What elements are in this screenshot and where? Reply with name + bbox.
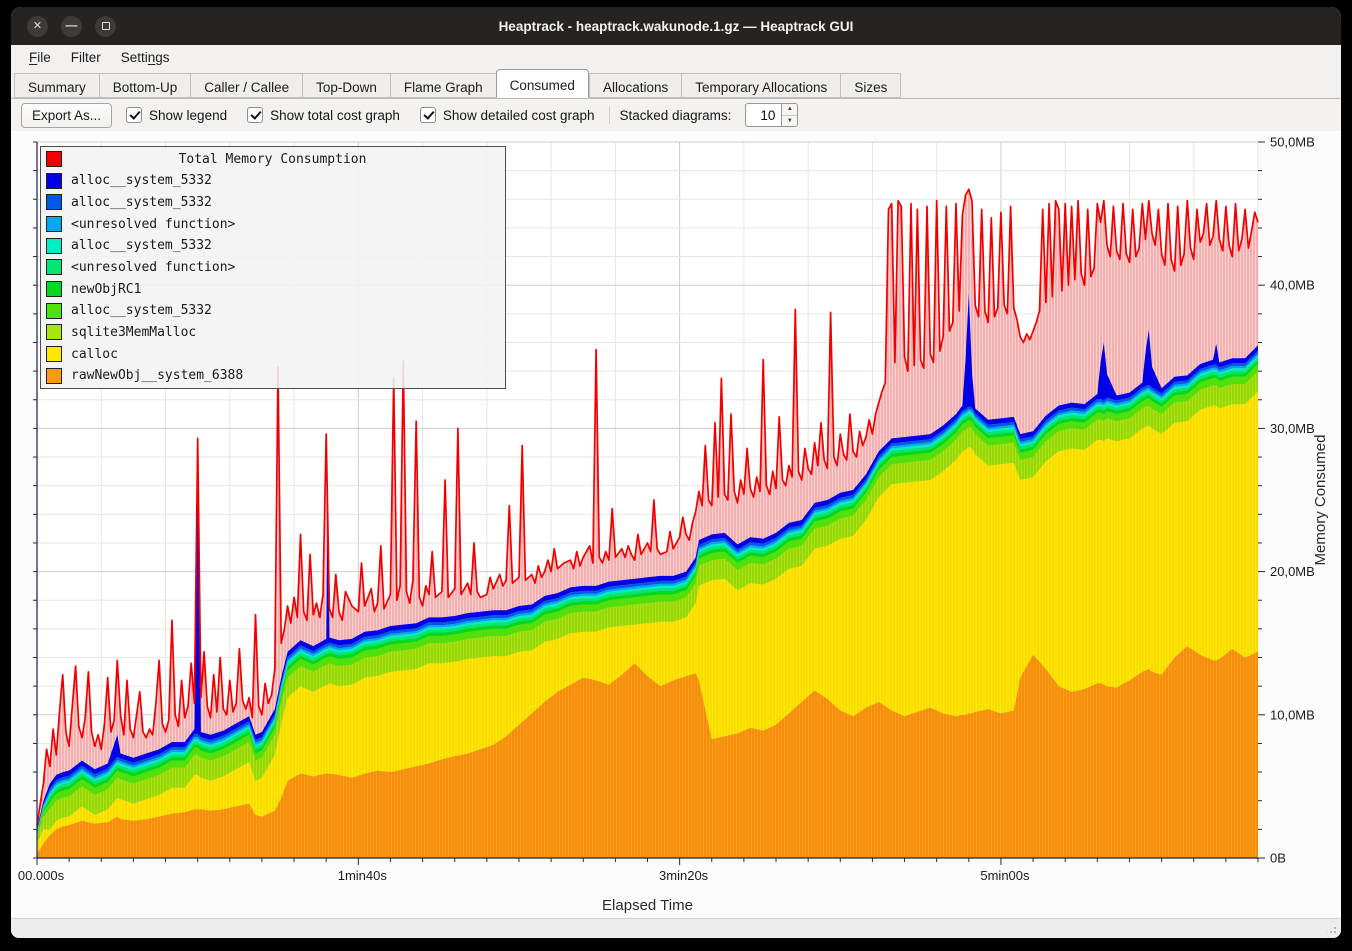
tab-caller-callee[interactable]: Caller / Callee (190, 73, 302, 98)
y-axis-title: Memory Consumed (1312, 435, 1329, 566)
legend-swatch (46, 346, 62, 362)
legend-item: alloc__system_5332 (41, 192, 505, 213)
minimize-icon: — (66, 19, 78, 31)
y-tick-label: 40,0MB (1270, 278, 1315, 293)
x-tick-label: 00.000s (18, 868, 65, 883)
legend-label: newObjRC1 (71, 282, 141, 297)
legend-swatch (46, 238, 62, 254)
legend-label: alloc__system_5332 (71, 238, 212, 253)
legend-item: alloc__system_5332 (41, 235, 505, 256)
tab-flame-graph[interactable]: Flame Graph (390, 73, 496, 98)
spinbox-down-button[interactable]: ▼ (782, 116, 797, 127)
tab-temporary-allocations[interactable]: Temporary Allocations (681, 73, 840, 98)
legend-item: <unresolved function> (41, 214, 505, 235)
heaptrack-window: ✕ — Heaptrack - heaptrack.wakunode.1.gz … (11, 7, 1341, 938)
checkbox-show-legend[interactable]: Show legend (126, 107, 227, 123)
legend-swatch (46, 216, 62, 232)
export-as-button[interactable]: Export As... (21, 103, 112, 128)
menu-bar: FileFilterSettings (11, 45, 1341, 70)
toolbar-separator (609, 106, 610, 124)
x-axis-title: Elapsed Time (602, 897, 693, 914)
minimize-button[interactable]: — (61, 16, 82, 37)
maximize-button[interactable] (95, 16, 116, 37)
legend-item: alloc__system_5332 (41, 170, 505, 191)
legend-label: alloc__system_5332 (71, 195, 212, 210)
legend-item: rawNewObj__system_6388 (41, 365, 505, 386)
legend-item: calloc (41, 344, 505, 365)
checkbox-box[interactable] (126, 107, 142, 123)
x-tick-label: 1min40s (338, 868, 388, 883)
checkbox-box[interactable] (247, 107, 263, 123)
legend-item: newObjRC1 (41, 279, 505, 300)
tab-bottom-up[interactable]: Bottom-Up (99, 73, 191, 98)
menu-settings[interactable]: Settings (111, 48, 180, 67)
tab-bar: SummaryBottom-UpCaller / CalleeTop-DownF… (11, 70, 1341, 99)
checkbox-box[interactable] (420, 107, 436, 123)
legend-swatch (46, 368, 62, 384)
legend-label: rawNewObj__system_6388 (71, 368, 243, 383)
legend-item: <unresolved function> (41, 257, 505, 278)
legend-label: <unresolved function> (71, 217, 235, 232)
tab-sizes[interactable]: Sizes (840, 73, 901, 98)
tab-summary[interactable]: Summary (14, 73, 99, 98)
legend-swatch (46, 173, 62, 189)
y-tick-label: 0B (1270, 851, 1286, 866)
legend-label: calloc (71, 347, 118, 362)
checkbox-show-total-cost-graph[interactable]: Show total cost graph (247, 107, 400, 123)
desktop-background: ✕ — Heaptrack - heaptrack.wakunode.1.gz … (0, 0, 1352, 951)
close-icon: ✕ (33, 21, 42, 32)
window-title: Heaptrack - heaptrack.wakunode.1.gz — He… (499, 19, 854, 34)
stacked-diagrams-spinbox: 10 ▲ ▼ (745, 103, 798, 127)
chart-legend: Total Memory Consumption alloc__system_53… (40, 146, 506, 389)
legend-swatch (46, 281, 62, 297)
chart-panel: 00.000s 1min40s 3min20s 5min00s 0B 10,0MB 20,0… (11, 131, 1341, 918)
tab-top-down[interactable]: Top-Down (302, 73, 390, 98)
menu-file[interactable]: File (19, 48, 61, 67)
legend-item: alloc__system_5332 (41, 300, 505, 321)
legend-item: sqlite3MemMalloc (41, 322, 505, 343)
checkbox-label: Show detailed cost graph (443, 108, 595, 123)
window-controls: ✕ — (27, 7, 116, 45)
checkbox-label: Show legend (149, 108, 227, 123)
legend-swatch (46, 194, 62, 210)
spinbox-buttons: ▲ ▼ (781, 103, 798, 127)
legend-title-row: Total Memory Consumption (41, 149, 505, 170)
toolbar: Export As... Show legend Show total cost … (11, 99, 1341, 131)
legend-label: sqlite3MemMalloc (71, 325, 196, 340)
y-tick-label: 30,0MB (1270, 421, 1315, 436)
y-tick-label: 10,0MB (1270, 707, 1315, 722)
maximize-icon (102, 22, 110, 30)
checkbox-label: Show total cost graph (270, 108, 400, 123)
legend-label: Total Memory Consumption (62, 152, 483, 167)
tab-allocations[interactable]: Allocations (589, 73, 681, 98)
y-tick-label: 20,0MB (1270, 564, 1315, 579)
legend-swatch (46, 303, 62, 319)
tab-consumed[interactable]: Consumed (496, 69, 589, 98)
titlebar: ✕ — Heaptrack - heaptrack.wakunode.1.gz … (11, 7, 1341, 45)
y-tick-label: 50,0MB (1270, 135, 1315, 150)
legend-label: <unresolved function> (71, 260, 235, 275)
legend-swatch (46, 324, 62, 340)
legend-label: alloc__system_5332 (71, 303, 212, 318)
spinbox-up-button[interactable]: ▲ (782, 104, 797, 116)
resize-grip[interactable] (1325, 922, 1338, 935)
legend-swatch (46, 151, 62, 167)
legend-label: alloc__system_5332 (71, 173, 212, 188)
checkbox-show-detailed-cost-graph[interactable]: Show detailed cost graph (420, 107, 595, 123)
status-bar (11, 918, 1341, 938)
stacked-diagrams-label: Stacked diagrams: (620, 108, 732, 123)
close-button[interactable]: ✕ (27, 16, 48, 37)
checkbox-group: Show legend Show total cost graph Show det… (126, 107, 595, 123)
x-tick-label: 5min00s (980, 868, 1030, 883)
x-tick-label: 3min20s (659, 868, 709, 883)
spinbox-value[interactable]: 10 (745, 103, 781, 127)
menu-filter[interactable]: Filter (61, 48, 111, 67)
legend-swatch (46, 259, 62, 275)
